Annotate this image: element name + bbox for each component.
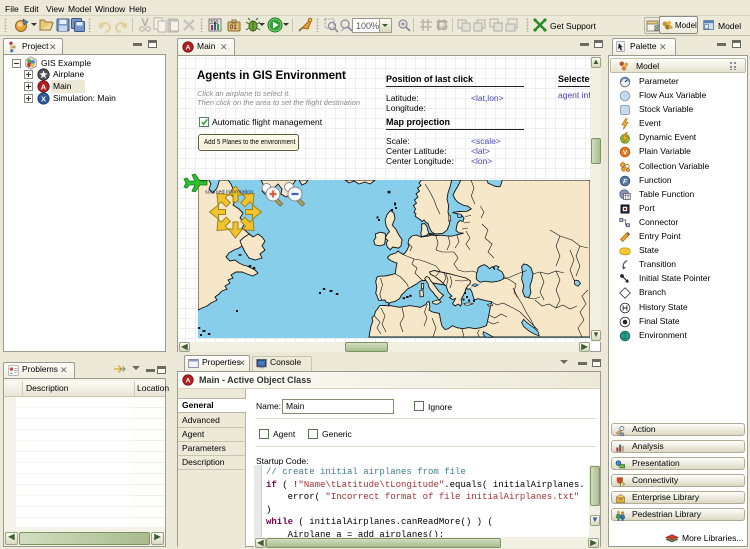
svg-text:A: A (41, 82, 47, 91)
svg-text:A: A (186, 45, 191, 52)
svg-text:A: A (186, 378, 191, 385)
svg-text:X: X (41, 94, 46, 103)
svg-text:sourced information: sourced information (205, 190, 253, 196)
svg-text:V: V (623, 150, 628, 157)
svg-text:310: 310 (210, 20, 219, 26)
svg-text:01: 01 (230, 25, 237, 31)
